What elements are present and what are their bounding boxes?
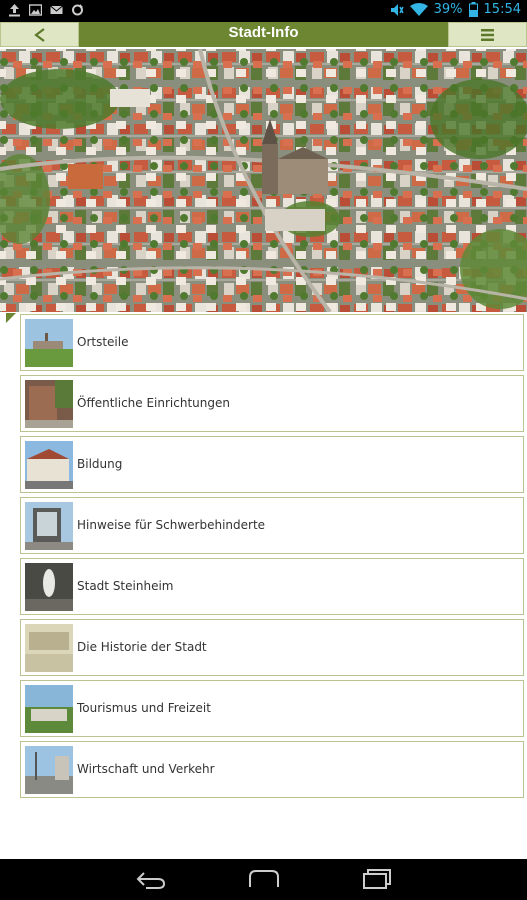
list-item-label: Hinweise für Schwerbehinderte <box>77 518 266 532</box>
upload-icon <box>9 4 20 17</box>
wifi-icon <box>409 2 428 16</box>
clock: 15:54 <box>483 2 521 17</box>
notification-icons <box>8 3 84 17</box>
list-item-label: Stadt Steinheim <box>77 579 174 593</box>
list-item-label: Ortsteile <box>77 335 129 349</box>
town-aerial-photo <box>0 49 527 312</box>
menu-button[interactable] <box>448 22 527 47</box>
list-item-label: Wirtschaft und Verkehr <box>77 762 215 776</box>
wirtschaft-thumb <box>25 746 73 794</box>
historie-thumb <box>25 624 73 672</box>
tourismus-thumb <box>25 685 73 733</box>
list-item[interactable]: Hinweise für Schwerbehinderte <box>20 497 524 554</box>
page-title: Stadt-Info <box>228 24 299 41</box>
list-item[interactable]: Ortsteile <box>20 314 524 371</box>
list-item[interactable]: Öffentliche Einrichtungen <box>20 375 524 432</box>
list-item[interactable]: Stadt Steinheim <box>20 558 524 615</box>
list-corner-marker <box>6 313 16 323</box>
menu-list: Ortsteile Öffentliche Einrichtungen Bild… <box>20 314 524 802</box>
battery-icon <box>468 2 478 17</box>
list-item-label: Tourismus und Freizeit <box>77 701 211 715</box>
mute-icon <box>390 3 404 16</box>
schwerbehinderte-thumb <box>25 502 73 550</box>
steinheim-thumb <box>25 563 73 611</box>
bildung-thumb <box>25 441 73 489</box>
sync-icon <box>72 4 83 16</box>
nav-recents-icon[interactable] <box>362 869 392 889</box>
einrichtungen-thumb <box>25 380 73 428</box>
list-item-label: Öffentliche Einrichtungen <box>77 396 230 410</box>
nav-back-icon[interactable] <box>136 869 166 889</box>
nav-home-icon[interactable] <box>248 869 280 889</box>
list-item-label: Die Historie der Stadt <box>77 640 207 654</box>
list-item[interactable]: Tourismus und Freizeit <box>20 680 524 737</box>
list-item[interactable]: Die Historie der Stadt <box>20 619 524 676</box>
back-button[interactable] <box>0 22 79 47</box>
list-item[interactable]: Wirtschaft und Verkehr <box>20 741 524 798</box>
list-item-label: Bildung <box>77 457 123 471</box>
back-arrow-icon <box>34 28 45 42</box>
menu-icon <box>481 29 494 41</box>
action-bar: Stadt-Info <box>0 22 527 49</box>
list-item[interactable]: Bildung <box>20 436 524 493</box>
mail-icon <box>50 5 63 14</box>
system-icons: 39% 15:54 <box>390 2 521 17</box>
status-bar: 39% 15:54 <box>0 0 527 22</box>
image-icon <box>29 4 42 16</box>
system-nav-bar <box>0 859 527 900</box>
battery-percent: 39% <box>433 2 463 17</box>
ortsteile-thumb <box>25 319 73 367</box>
